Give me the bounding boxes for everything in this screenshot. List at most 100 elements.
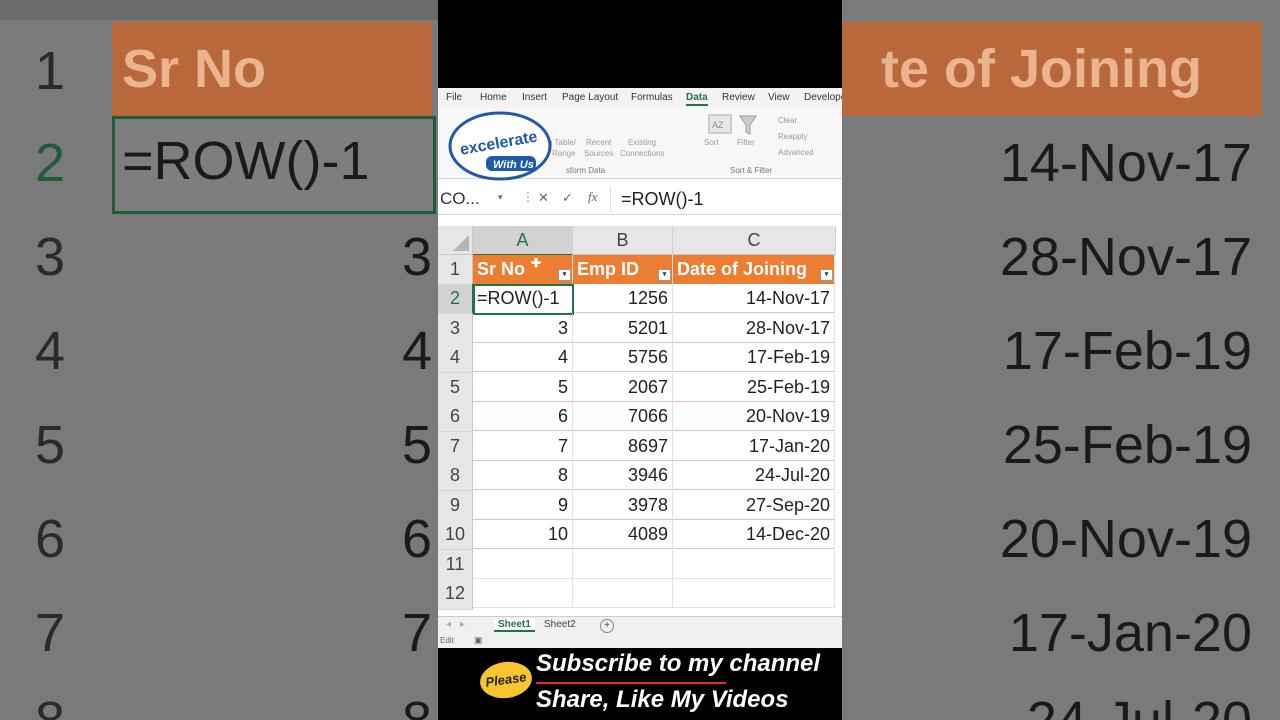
header-label: Date of Joining — [677, 259, 807, 279]
cancel-icon[interactable]: ✕ — [538, 190, 549, 206]
cell-b9[interactable]: 3978 — [573, 491, 673, 520]
insert-function-icon[interactable]: fx — [588, 189, 597, 205]
row-header[interactable]: 4 — [438, 343, 473, 373]
cell-c4[interactable]: 17-Feb-19 — [673, 343, 835, 372]
cell-a10[interactable]: 10 — [473, 520, 573, 549]
select-all-button[interactable] — [438, 226, 473, 255]
filter-dropdown-icon[interactable]: ▾ — [658, 269, 671, 281]
cell-c8[interactable]: 24-Jul-20 — [673, 461, 835, 490]
row-header[interactable]: 6 — [438, 402, 473, 432]
recent-sources-button[interactable]: Recent — [586, 138, 611, 147]
cell-b10[interactable]: 4089 — [573, 520, 673, 549]
row-header[interactable]: 9 — [438, 491, 473, 521]
advanced-button[interactable]: Advanced — [778, 148, 814, 157]
scroll-left-icon[interactable]: ◂ — [446, 619, 451, 630]
subscribe-text: Subscribe to my channel — [536, 650, 821, 677]
cell-b5[interactable]: 2067 — [573, 373, 673, 402]
cell-b4[interactable]: 5756 — [573, 343, 673, 372]
filter-icon — [739, 115, 757, 135]
filter-dropdown-icon[interactable]: ▾ — [820, 269, 833, 281]
column-header-b[interactable]: B — [573, 226, 673, 255]
cell-b7[interactable]: 8697 — [573, 432, 673, 461]
bg-value: 24-Jul-20 — [842, 690, 1252, 720]
cell-c6[interactable]: 20-Nov-19 — [673, 402, 835, 431]
row-header[interactable]: 12 — [438, 579, 473, 610]
header-cell-emp-id[interactable]: Emp ID ▾ — [573, 255, 673, 284]
logo-tagline-text: With Us — [493, 159, 534, 171]
bg-row-number: 6 — [34, 509, 66, 569]
bg-row-number: 5 — [34, 415, 66, 475]
tab-view[interactable]: View — [768, 92, 790, 103]
filter-dropdown-icon[interactable]: ▾ — [558, 269, 571, 281]
reapply-button[interactable]: Reapply — [778, 132, 807, 141]
column-header-c[interactable]: C — [673, 226, 836, 255]
tab-formulas[interactable]: Formulas — [631, 92, 673, 103]
cell-b2[interactable]: 1256 — [574, 284, 673, 313]
enter-icon[interactable]: ✓ — [562, 190, 573, 206]
tab-insert[interactable]: Insert — [522, 92, 547, 103]
row-header[interactable]: 1 — [438, 255, 473, 285]
bg-value: 28-Nov-17 — [999, 227, 1252, 287]
cell-c12[interactable] — [673, 579, 835, 608]
clear-button[interactable]: Clear — [778, 116, 797, 125]
tab-data[interactable]: Data — [686, 92, 708, 106]
cell-b3[interactable]: 5201 — [573, 314, 673, 343]
cell-c5[interactable]: 25-Feb-19 — [673, 373, 835, 402]
tab-file[interactable]: File — [446, 92, 462, 103]
row-header[interactable]: 10 — [438, 520, 473, 550]
add-sheet-icon[interactable]: + — [600, 619, 614, 633]
row-header[interactable]: 7 — [438, 432, 473, 462]
cell-b12[interactable] — [573, 579, 673, 608]
existing-connections-button[interactable]: Existing — [628, 138, 656, 147]
svg-text:AZ: AZ — [712, 120, 724, 130]
row-header[interactable]: 11 — [438, 550, 473, 580]
header-cell-date-of-joining[interactable]: Date of Joining ▾ — [673, 255, 835, 284]
cell-a8[interactable]: 8 — [473, 461, 573, 490]
formula-bar-separator-icon: ⋮ — [522, 190, 534, 204]
cell-a11[interactable] — [473, 550, 573, 579]
cell-a9[interactable]: 9 — [473, 491, 573, 520]
cell-a5[interactable]: 5 — [473, 373, 573, 402]
tab-page-layout[interactable]: Page Layout — [562, 92, 618, 103]
cell-c9[interactable]: 27-Sep-20 — [673, 491, 835, 520]
bg-value: 17-Feb-19 — [1002, 321, 1252, 381]
cell-b6[interactable]: 7066 — [573, 402, 673, 431]
cell-c7[interactable]: 17-Jan-20 — [673, 432, 835, 461]
cell-a2[interactable]: =ROW()-1 — [473, 284, 574, 315]
cell-b11[interactable] — [573, 550, 673, 579]
filter-button[interactable]: Filter — [737, 138, 755, 147]
header-label: Emp ID — [577, 259, 640, 279]
formula-bar: CO... ▾ ⋮ ✕ ✓ fx =ROW()-1 — [438, 184, 842, 215]
cell-c3[interactable]: 28-Nov-17 — [673, 314, 835, 343]
cell-c2[interactable]: 14-Nov-17 — [673, 284, 835, 313]
cell-a7[interactable]: 7 — [473, 432, 573, 461]
bg-value: 6 — [401, 509, 432, 569]
row-header[interactable]: 8 — [438, 461, 473, 491]
row-header[interactable]: 5 — [438, 373, 473, 403]
cell-a4[interactable]: 4 — [473, 343, 573, 372]
sheet-tab-sheet2[interactable]: Sheet2 — [544, 619, 576, 630]
macro-record-icon[interactable]: ▣ — [474, 635, 483, 646]
cell-c11[interactable] — [673, 550, 835, 579]
video-frame: File Home Insert Page Layout Formulas Da… — [438, 0, 842, 720]
column-header-a[interactable]: A — [473, 226, 573, 256]
cell-a6[interactable]: 6 — [473, 402, 573, 431]
scroll-right-icon[interactable]: ▸ — [460, 619, 465, 630]
bg-row-number: 2 — [34, 133, 66, 193]
header-cell-sr-no[interactable]: Sr No ✚ ▾ — [473, 255, 573, 284]
tab-home[interactable]: Home — [480, 92, 507, 103]
sort-button[interactable]: Sort — [704, 138, 719, 147]
cell-c10[interactable]: 14-Dec-20 — [673, 520, 835, 549]
tab-developer[interactable]: Develope — [804, 92, 842, 103]
formula-input[interactable]: =ROW()-1 — [610, 186, 841, 212]
bg-row-number: 7 — [34, 603, 66, 663]
sort-filter-group-label: Sort & Filter — [730, 166, 773, 175]
tab-review[interactable]: Review — [722, 92, 755, 103]
row-header[interactable]: 2 — [438, 284, 474, 314]
cell-a12[interactable] — [473, 579, 573, 608]
name-box-dropdown-icon[interactable]: ▾ — [498, 192, 503, 203]
sheet-tab-sheet1[interactable]: Sheet1 — [494, 619, 535, 632]
row-header[interactable]: 3 — [438, 314, 473, 344]
cell-b8[interactable]: 3946 — [573, 461, 673, 490]
cell-a3[interactable]: 3 — [473, 314, 573, 343]
